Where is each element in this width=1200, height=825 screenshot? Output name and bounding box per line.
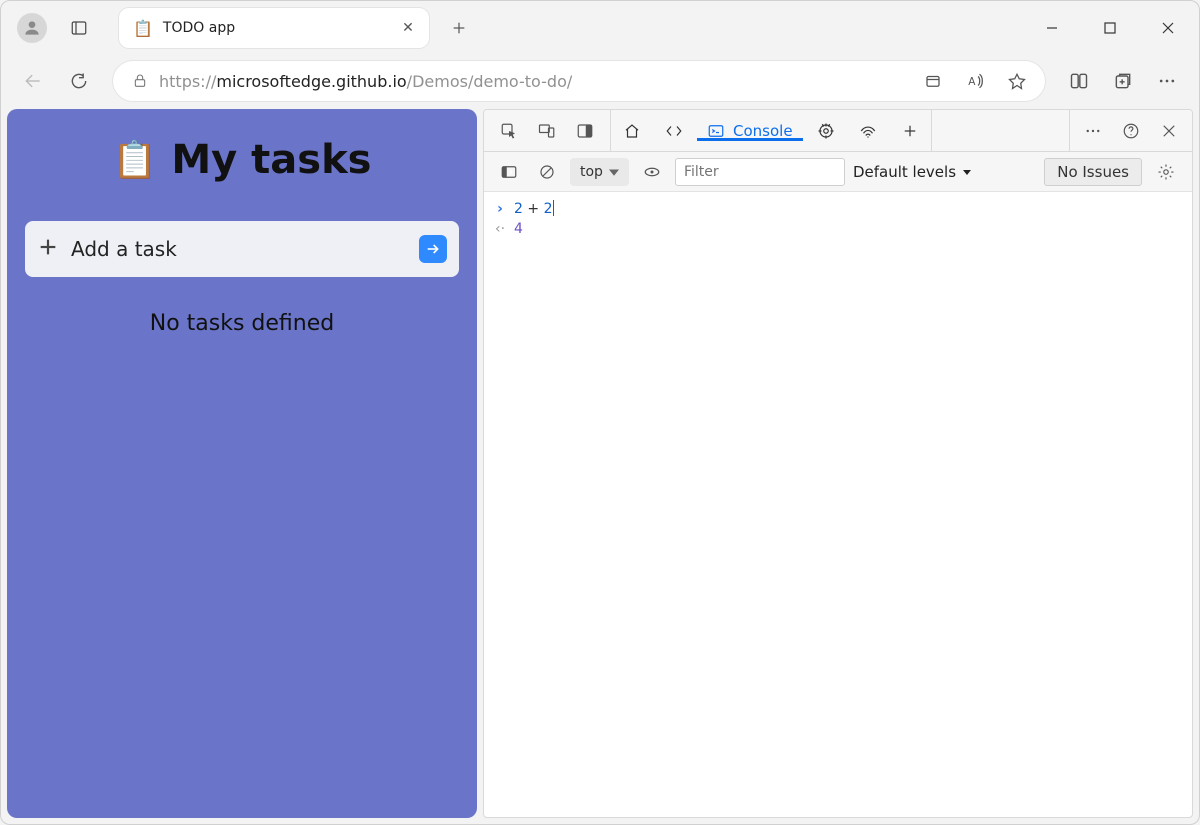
profile-avatar[interactable] — [17, 13, 47, 43]
tab-elements[interactable] — [653, 122, 695, 140]
clipboard-icon: 📋 — [113, 139, 158, 181]
tab-actions-button[interactable] — [61, 10, 97, 46]
tab-welcome[interactable] — [611, 122, 653, 140]
live-expression-button[interactable] — [637, 158, 667, 186]
settings-more-button[interactable] — [1145, 61, 1189, 101]
devtools-more-button[interactable] — [1074, 110, 1112, 151]
tab-sources[interactable] — [805, 122, 847, 140]
devtools-close-button[interactable] — [1150, 110, 1188, 151]
clear-console-button[interactable] — [532, 158, 562, 186]
nav-refresh-button[interactable] — [57, 61, 101, 101]
lock-icon — [129, 73, 151, 89]
device-emulation-button[interactable] — [528, 110, 566, 151]
devtools-help-button[interactable] — [1112, 110, 1150, 151]
devtools-panel: Console top Default levels — [483, 109, 1193, 818]
read-aloud-button[interactable]: A — [955, 65, 995, 97]
empty-state-text: No tasks defined — [150, 311, 334, 336]
tab-title: TODO app — [163, 20, 387, 36]
inspect-element-button[interactable] — [490, 110, 528, 151]
dock-side-button[interactable] — [566, 110, 604, 151]
console-input-line[interactable]: 2 + 2 — [514, 200, 554, 217]
clipboard-icon: 📋 — [133, 19, 153, 38]
split-screen-button[interactable] — [1057, 61, 1101, 101]
close-tab-button[interactable]: ✕ — [397, 17, 419, 39]
webpage-viewport: 📋 My tasks No tasks defined — [7, 109, 477, 818]
window-minimize-button[interactable] — [1027, 10, 1077, 46]
console-output[interactable]: › 2 + 2 ‹· 4 — [484, 192, 1192, 817]
page-title: 📋 My tasks — [113, 137, 372, 183]
url-text: https://microsoftedge.github.io/Demos/de… — [159, 72, 572, 91]
console-sidebar-toggle[interactable] — [494, 158, 524, 186]
window-close-button[interactable] — [1143, 10, 1193, 46]
add-task-submit-button[interactable] — [419, 235, 447, 263]
collections-button[interactable] — [1101, 61, 1145, 101]
tab-console-label: Console — [733, 122, 793, 140]
input-chevron-icon: › — [494, 201, 506, 217]
nav-back-button[interactable] — [11, 61, 55, 101]
console-settings-button[interactable] — [1150, 163, 1182, 181]
window-maximize-button[interactable] — [1085, 10, 1135, 46]
tab-console[interactable]: Console — [695, 122, 805, 140]
add-task-input[interactable] — [71, 237, 407, 261]
new-tab-button[interactable] — [441, 10, 477, 46]
issues-button[interactable]: No Issues — [1044, 158, 1142, 186]
browser-tab[interactable]: 📋 TODO app ✕ — [119, 8, 429, 48]
add-task-form — [25, 221, 459, 277]
address-bar[interactable]: https://microsoftedge.github.io/Demos/de… — [113, 61, 1045, 101]
log-levels-selector[interactable]: Default levels — [853, 163, 972, 181]
app-available-icon[interactable] — [913, 65, 953, 97]
svg-text:A: A — [968, 76, 976, 88]
plus-icon — [37, 236, 59, 262]
output-chevron-icon: ‹· — [494, 221, 506, 237]
execution-context-selector[interactable]: top — [570, 158, 629, 186]
more-tabs-button[interactable] — [889, 122, 931, 140]
tab-network[interactable] — [847, 122, 889, 140]
console-result: 4 — [514, 221, 523, 237]
favorite-button[interactable] — [997, 65, 1037, 97]
console-filter-input[interactable] — [675, 158, 845, 186]
